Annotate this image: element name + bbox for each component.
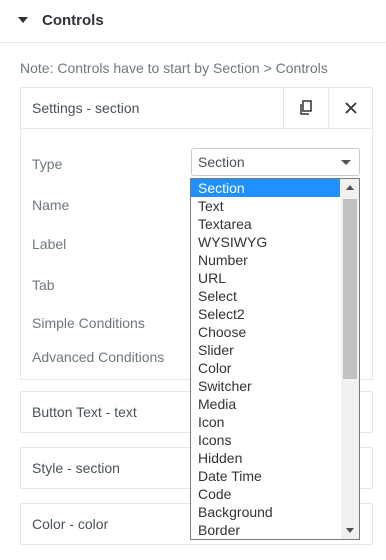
- dropdown-option[interactable]: Choose: [191, 323, 340, 341]
- dropdown-scrollbar[interactable]: [341, 179, 359, 539]
- simple-conditions-label: Simple Conditions: [32, 315, 145, 331]
- panel-title: Controls: [42, 12, 104, 29]
- label-label: Label: [32, 236, 67, 252]
- scroll-down-icon[interactable]: [346, 528, 354, 533]
- duplicate-button[interactable]: [283, 88, 328, 128]
- dropdown-options: Section Text Textarea WYSIWYG Number URL Selec…: [191, 179, 340, 539]
- remove-button[interactable]: [328, 88, 373, 128]
- panel-header[interactable]: Controls: [0, 0, 386, 43]
- section-title: Button Text - text: [32, 404, 137, 420]
- chevron-down-icon: [341, 160, 351, 165]
- type-select[interactable]: Section: [191, 148, 360, 176]
- caret-down-icon[interactable]: [18, 17, 28, 23]
- section-title: Settings - section: [32, 100, 140, 116]
- note-text: Note: Controls have to start by Section …: [20, 60, 328, 76]
- dropdown-option[interactable]: WYSIWYG: [191, 233, 340, 251]
- type-label: Type: [32, 156, 63, 172]
- close-icon: [345, 102, 357, 114]
- dropdown-option[interactable]: Media: [191, 395, 340, 413]
- tab-label: Tab: [32, 277, 55, 293]
- dropdown-option[interactable]: Slider: [191, 341, 340, 359]
- dropdown-option[interactable]: Background: [191, 503, 340, 521]
- name-label: Name: [32, 197, 70, 213]
- copy-icon: [300, 100, 312, 115]
- dropdown-option[interactable]: Date Time: [191, 467, 340, 485]
- type-select-value: Section: [198, 154, 245, 170]
- scrollbar-thumb[interactable]: [343, 199, 357, 379]
- dropdown-option[interactable]: Text: [191, 197, 340, 215]
- dropdown-option[interactable]: Border: [191, 521, 340, 539]
- dropdown-option[interactable]: Icons: [191, 431, 340, 449]
- scroll-up-icon[interactable]: [346, 185, 354, 190]
- advanced-conditions-label: Advanced Conditions: [32, 349, 165, 365]
- dropdown-option[interactable]: Select: [191, 287, 340, 305]
- section-title: Style - section: [32, 460, 120, 476]
- dropdown-option[interactable]: Number: [191, 251, 340, 269]
- dropdown-option[interactable]: Code: [191, 485, 340, 503]
- dropdown-option[interactable]: Icon: [191, 413, 340, 431]
- dropdown-option[interactable]: URL: [191, 269, 340, 287]
- dropdown-option[interactable]: Textarea: [191, 215, 340, 233]
- section-title: Color - color: [32, 516, 109, 532]
- dropdown-option[interactable]: Hidden: [191, 449, 340, 467]
- dropdown-option[interactable]: Section: [191, 179, 340, 197]
- dropdown-option[interactable]: Select2: [191, 305, 340, 323]
- dropdown-option[interactable]: Switcher: [191, 377, 340, 395]
- type-dropdown-list[interactable]: Section Text Textarea WYSIWYG Number URL Selec…: [190, 178, 360, 540]
- dropdown-option[interactable]: Color: [191, 359, 340, 377]
- settings-section-header[interactable]: Settings - section: [21, 88, 372, 129]
